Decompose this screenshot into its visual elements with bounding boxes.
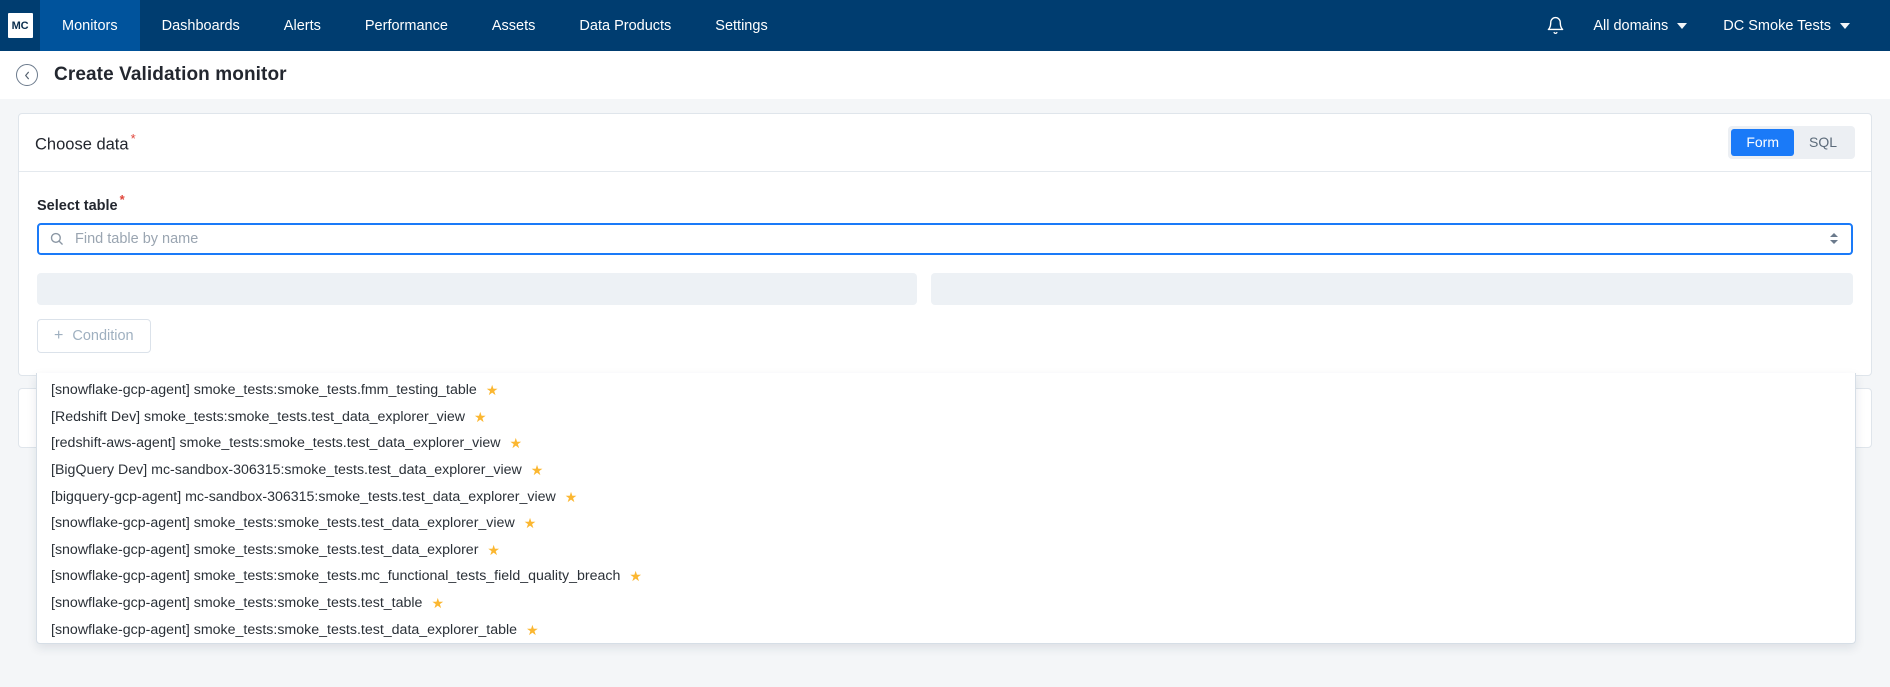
form-sql-toggle: Form SQL xyxy=(1728,126,1855,159)
page-title: Create Validation monitor xyxy=(54,64,287,86)
list-item[interactable]: [redshift-aws-agent] smoke_tests:smoke_t… xyxy=(37,430,1855,457)
star-icon: ★ xyxy=(509,436,522,450)
nav-item-data-products[interactable]: Data Products xyxy=(557,0,693,51)
required-asterisk: * xyxy=(120,192,125,207)
nav-label: Dashboards xyxy=(162,18,240,34)
search-input[interactable] xyxy=(73,230,1827,248)
search-icon xyxy=(49,231,65,246)
list-item[interactable]: [snowflake-gcp-agent] smoke_tests:smoke_… xyxy=(37,563,1855,590)
nav-label: Alerts xyxy=(284,18,321,34)
page-header: Create Validation monitor xyxy=(0,51,1890,99)
logo-link[interactable]: MC xyxy=(0,0,40,51)
choose-data-header: Choose data* Form SQL xyxy=(19,114,1871,172)
star-icon: ★ xyxy=(629,569,642,583)
select-table-label: Select table* xyxy=(37,192,1853,214)
star-icon: ★ xyxy=(526,623,539,637)
nav-label: Data Products xyxy=(579,18,671,34)
table-option-label: [snowflake-gcp-agent] smoke_tests:smoke_… xyxy=(51,568,620,584)
table-option-label: [BigQuery Dev] mc-sandbox-306315:smoke_t… xyxy=(51,462,522,478)
mc-logo-icon: MC xyxy=(8,13,33,38)
up-down-chevron-icon[interactable] xyxy=(1827,233,1841,244)
star-icon: ★ xyxy=(524,516,537,530)
back-button[interactable] xyxy=(16,64,38,86)
list-item[interactable]: [BigQuery Dev] mc-sandbox-306315:smoke_t… xyxy=(37,457,1855,484)
nav-item-assets[interactable]: Assets xyxy=(470,0,558,51)
star-icon: ★ xyxy=(474,410,487,424)
list-item[interactable]: [snowflake-gcp-agent] smoke_tests:smoke_… xyxy=(37,616,1855,643)
primary-nav: Monitors Dashboards Alerts Performance A… xyxy=(40,0,790,51)
nav-right-group: All domains DC Smoke Tests xyxy=(1535,0,1890,51)
bell-icon[interactable] xyxy=(1535,0,1575,51)
nav-item-performance[interactable]: Performance xyxy=(343,0,470,51)
nav-item-dashboards[interactable]: Dashboards xyxy=(140,0,262,51)
nav-label: Settings xyxy=(715,18,767,34)
chevron-down-icon xyxy=(1840,23,1850,29)
list-item[interactable]: [snowflake-gcp-agent] smoke_tests:smoke_… xyxy=(37,537,1855,564)
star-icon: ★ xyxy=(531,463,544,477)
list-item[interactable]: [snowflake-gcp-agent] smoke_tests:smoke_… xyxy=(37,377,1855,404)
required-asterisk: * xyxy=(131,131,136,146)
table-option-label: [snowflake-gcp-agent] smoke_tests:smoke_… xyxy=(51,542,478,558)
choose-data-card: Choose data* Form SQL Select table* xyxy=(18,113,1872,376)
account-selector-label: DC Smoke Tests xyxy=(1723,18,1831,34)
star-icon: ★ xyxy=(431,596,444,610)
table-options-dropdown[interactable]: [snowflake-gcp-agent] smoke_tests:smoke_… xyxy=(36,373,1856,644)
nav-item-monitors[interactable]: Monitors xyxy=(40,0,140,51)
field-placeholders xyxy=(37,273,1853,305)
table-option-label: [snowflake-gcp-agent] smoke_tests:smoke_… xyxy=(51,382,477,398)
add-condition-label: Condition xyxy=(72,328,133,344)
tab-sql[interactable]: SQL xyxy=(1794,129,1852,156)
nav-label: Monitors xyxy=(62,18,118,34)
main-content: Choose data* Form SQL Select table* xyxy=(0,99,1890,687)
star-icon: ★ xyxy=(487,543,500,557)
account-selector[interactable]: DC Smoke Tests xyxy=(1705,0,1868,51)
table-option-label: [snowflake-gcp-agent] smoke_tests:smoke_… xyxy=(51,595,422,611)
choose-data-body: Select table* + Condition xyxy=(19,172,1871,375)
placeholder-field-right xyxy=(931,273,1853,305)
table-option-label: [Redshift Dev] smoke_tests:smoke_tests.t… xyxy=(51,409,465,425)
star-icon: ★ xyxy=(565,490,578,504)
plus-icon: + xyxy=(54,328,63,344)
list-item[interactable]: [bigquery-gcp-agent] mc-sandbox-306315:s… xyxy=(37,483,1855,510)
list-item[interactable]: [Redshift Dev] smoke_tests:smoke_tests.t… xyxy=(37,404,1855,431)
table-option-label: [snowflake-gcp-agent] smoke_tests:smoke_… xyxy=(51,515,515,531)
select-table-combobox[interactable] xyxy=(37,223,1853,255)
table-option-label: [snowflake-gcp-agent] smoke_tests:smoke_… xyxy=(51,622,517,638)
add-condition-button[interactable]: + Condition xyxy=(37,319,151,353)
list-item[interactable]: [snowflake-gcp-agent] smoke_tests:smoke_… xyxy=(37,590,1855,617)
condition-row: + Condition xyxy=(37,319,1853,353)
domain-selector-label: All domains xyxy=(1593,18,1668,34)
top-navbar: MC Monitors Dashboards Alerts Performanc… xyxy=(0,0,1890,51)
nav-label: Assets xyxy=(492,18,536,34)
placeholder-field-left xyxy=(37,273,917,305)
table-option-label: [redshift-aws-agent] smoke_tests:smoke_t… xyxy=(51,435,500,451)
nav-label: Performance xyxy=(365,18,448,34)
table-option-label: [bigquery-gcp-agent] mc-sandbox-306315:s… xyxy=(51,489,556,505)
domain-selector[interactable]: All domains xyxy=(1575,0,1705,51)
tab-form[interactable]: Form xyxy=(1731,129,1794,156)
nav-item-alerts[interactable]: Alerts xyxy=(262,0,343,51)
nav-item-settings[interactable]: Settings xyxy=(693,0,789,51)
choose-data-title: Choose data* xyxy=(35,131,136,155)
star-icon: ★ xyxy=(486,383,499,397)
chevron-down-icon xyxy=(1677,23,1687,29)
list-item[interactable]: [snowflake-gcp-agent] smoke_tests:smoke_… xyxy=(37,510,1855,537)
